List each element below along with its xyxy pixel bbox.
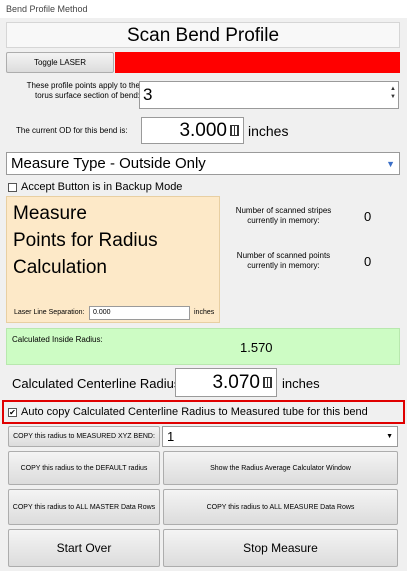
stripes-label-line2: currently in memory:	[247, 216, 320, 225]
current-od-label: The current OD for this bend is:	[16, 126, 128, 135]
current-od-field[interactable]: 3.000	[141, 117, 244, 144]
inside-radius-label: Calculated Inside Radius:	[12, 335, 103, 344]
backup-mode-label: Accept Button is in Backup Mode	[21, 181, 183, 193]
inside-radius-value: 1.570	[240, 340, 273, 355]
points-count: 0	[364, 254, 372, 269]
points-apply-label: These profile points apply to the torus …	[14, 81, 140, 101]
dropdown-arrow-icon[interactable]: ▼	[386, 159, 395, 169]
stripes-label-line1: Number of scanned stripes	[235, 206, 332, 215]
inside-radius-panel	[6, 328, 400, 365]
copy-to-measure-rows-button[interactable]: COPY this radius to ALL MEASURE Data Row…	[163, 489, 398, 525]
calculator-icon[interactable]	[263, 377, 272, 388]
points-count-label: Number of scanned points currently in me…	[222, 251, 345, 271]
stop-measure-button[interactable]: Stop Measure	[163, 529, 398, 567]
instruction-line3: Calculation	[13, 257, 107, 278]
points-apply-label-line1: These profile points apply to the	[26, 81, 140, 90]
instruction-line1: Measure	[13, 203, 87, 224]
current-od-unit: inches	[248, 123, 289, 139]
copy-to-xyz-bend-button[interactable]: COPY this radius to MEASURED XYZ BEND:	[8, 426, 160, 447]
laser-separation-field[interactable]: 0.000	[89, 306, 190, 320]
instruction-line2: Points for Radius	[13, 230, 158, 251]
start-over-button[interactable]: Start Over	[8, 529, 160, 567]
copy-to-master-rows-button[interactable]: COPY this radius to ALL MASTER Data Rows	[8, 489, 160, 525]
measure-type-select[interactable]: Measure Type - Outside Only ▼	[6, 152, 400, 175]
points-apply-label-line2: torus surface section of bend:	[35, 91, 140, 100]
radius-average-calculator-button[interactable]: Show the Radius Average Calculator Windo…	[163, 451, 398, 485]
toggle-laser-button[interactable]: Toggle LASER	[6, 52, 114, 73]
xyz-bend-value: 1	[167, 429, 175, 444]
copy-to-default-button[interactable]: COPY this radius to the DEFAULT radius	[8, 451, 160, 485]
instruction-text: Measure Points for Radius Calculation	[13, 200, 158, 281]
calculator-icon[interactable]	[230, 125, 239, 136]
centerline-radius-value: 3.070	[212, 371, 260, 393]
page-title: Scan Bend Profile	[6, 22, 400, 48]
stripes-count: 0	[364, 209, 372, 224]
points-apply-spinner[interactable]: 3 ▲ ▼	[139, 81, 399, 109]
chevron-down-icon[interactable]: ▼	[386, 433, 393, 440]
window-title: Bend Profile Method	[0, 0, 407, 18]
points-apply-value: 3	[143, 85, 153, 104]
laser-status-indicator	[115, 52, 400, 73]
centerline-radius-label: Calculated Centerline Radius	[12, 376, 181, 391]
xyz-bend-select[interactable]: 1 ▼	[162, 426, 398, 447]
auto-copy-label: Auto copy Calculated Centerline Radius t…	[21, 406, 368, 418]
auto-copy-checkbox-row[interactable]: ✔ Auto copy Calculated Centerline Radius…	[8, 406, 368, 418]
backup-mode-checkbox[interactable]	[8, 182, 17, 192]
points-count-label-line2: currently in memory:	[247, 261, 320, 270]
current-od-value: 3.000	[179, 119, 227, 141]
measure-type-value: Measure Type - Outside Only	[11, 155, 206, 172]
centerline-radius-field[interactable]: 3.070	[175, 368, 277, 397]
auto-copy-checkbox[interactable]: ✔	[8, 407, 17, 417]
stripes-label: Number of scanned stripes currently in m…	[222, 206, 345, 226]
laser-separation-unit: inches	[194, 309, 215, 316]
spinner-arrows-icon[interactable]: ▲ ▼	[390, 85, 396, 101]
backup-mode-checkbox-row[interactable]: Accept Button is in Backup Mode	[8, 181, 182, 193]
laser-separation-label: Laser Line Separation:	[14, 309, 85, 316]
points-count-label-line1: Number of scanned points	[236, 251, 331, 260]
centerline-radius-unit: inches	[282, 376, 320, 391]
